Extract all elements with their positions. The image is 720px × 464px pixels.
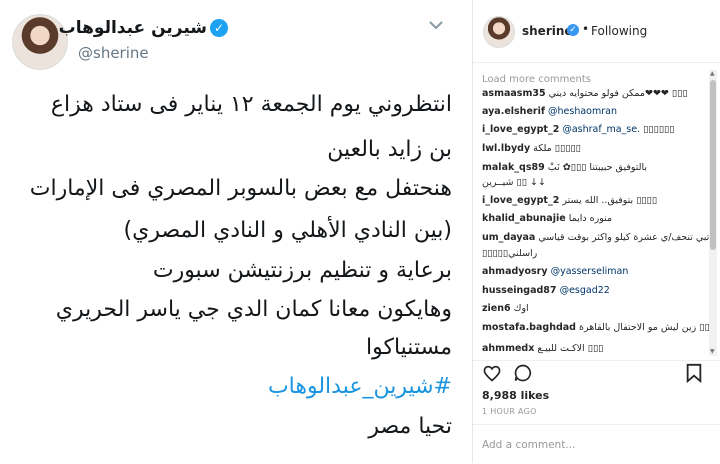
comment-row: zien6 اوك xyxy=(482,303,529,314)
verified-badge-icon: ✓ xyxy=(567,24,579,36)
comment-row: ahmadyosry @yasserseliman xyxy=(482,266,628,277)
load-more-comments-link[interactable]: Load more comments xyxy=(482,74,591,85)
comment-mention-link[interactable]: @yasserseliman xyxy=(551,266,629,277)
comment-text: اوك xyxy=(513,303,529,314)
comment-text: الاكـت للبيـع ▯▯▯ xyxy=(537,343,604,354)
comment-text: ▯▯▯▯▯▯ xyxy=(640,124,675,135)
instagram-avatar[interactable] xyxy=(483,16,515,48)
add-comment-input[interactable]: Add a comment... xyxy=(482,439,575,451)
heart-icon[interactable] xyxy=(482,363,502,388)
comment-username[interactable]: aya.elsherif xyxy=(482,106,545,117)
comment-mention-link[interactable]: @heshaomran xyxy=(548,106,617,117)
comment-text: بالتوفيق حبيبتنا ▯▯▯✿ نَبْ xyxy=(547,162,648,173)
comment-row: asmaasm35 ممكن فولو محتوايه ديني❤❤❤ ▯▯▯ xyxy=(482,88,688,99)
tweet-text-line: بن زايد بالعين xyxy=(327,137,452,162)
comment-username[interactable]: i_love_egypt_2 xyxy=(482,195,559,206)
comment-row: husseingad87 @esgad22 xyxy=(482,285,610,296)
comment-row: aya.elsherif @heshaomran xyxy=(482,106,617,117)
post-actions-bar xyxy=(473,360,720,391)
separator-dot: • xyxy=(582,22,590,36)
instagram-username[interactable]: sherine xyxy=(522,24,573,38)
comment-text: زين ليش مو الاحتفال بالقاهرة ▯▯▯ xyxy=(579,322,709,333)
comment-icon[interactable] xyxy=(513,363,533,388)
comment-mention-link[interactable]: @esgad22 xyxy=(560,285,610,296)
comment-row: mostafa.baghdad زين ليش مو الاحتفال بالق… xyxy=(482,322,709,333)
add-comment-bar: Add a comment... xyxy=(473,424,720,464)
comment-text: ▯▯▯▯▯راسلني xyxy=(482,248,538,259)
comment-username[interactable]: khalid_abunajie xyxy=(482,213,566,224)
comment-username[interactable]: malak_qs89 xyxy=(482,162,545,173)
tweet-text-line: مستنياكوا xyxy=(366,335,452,360)
tweet-panel: شيرين عبدالوهاب ✓ @sherine انتظروني يوم … xyxy=(0,0,472,463)
comment-text: تبي تنحف/ي عشرة كيلو واكثر بوقت قياسي xyxy=(538,232,709,243)
comment-text: ملكة ▯▯▯▯▯ xyxy=(533,143,581,154)
comment-row: khalid_abunajie منوره دايما xyxy=(482,213,612,224)
bookmark-icon[interactable] xyxy=(685,363,703,388)
comment-username[interactable]: ahmadyosry xyxy=(482,266,548,277)
comments-list: Load more comments asmaasm35 ممكن فولو م… xyxy=(473,70,709,356)
comment-row: شيــرين ▯▯ ↓↓ xyxy=(482,177,546,188)
comment-text: ممكن فولو محتوايه ديني❤❤❤ ▯▯▯ xyxy=(548,88,688,99)
tweet-text-line: انتظروني يوم الجمعة ١٢ يناير فى ستاد هزا… xyxy=(50,92,452,117)
comment-row: i_love_egypt_2 @ashraf_ma_se. ▯▯▯▯▯▯ xyxy=(482,124,675,135)
tweet-text-line: تحيا مصر xyxy=(368,414,452,439)
verified-badge-icon: ✓ xyxy=(210,19,228,37)
comment-username[interactable]: ahmmedx xyxy=(482,343,534,354)
likes-count[interactable]: 8,988 likes xyxy=(482,389,549,402)
comment-text: بتوفيق.. الله يستر ▯▯▯▯ xyxy=(562,195,658,206)
comment-row: ahmmedx الاكـت للبيـع ▯▯▯ xyxy=(482,343,603,354)
tweet-text-line: وهايكون معانا كمان الدي جي ياسر الحريري xyxy=(55,297,452,322)
instagram-panel: sherine ✓ • Following Load more comments… xyxy=(472,0,720,463)
comment-username[interactable]: um_dayaa xyxy=(482,232,535,243)
comment-username[interactable]: lwl.lbydy xyxy=(482,143,530,154)
post-timestamp: 1 HOUR AGO xyxy=(482,407,537,416)
tweet-author-name[interactable]: شيرين عبدالوهاب xyxy=(59,18,207,38)
scroll-up-icon[interactable]: ▲ xyxy=(710,70,715,77)
comment-row: lwl.lbydy ملكة ▯▯▯▯▯ xyxy=(482,143,581,154)
instagram-header: sherine ✓ • Following xyxy=(473,0,720,63)
tweet-text-line: برعاية و تنظيم برزنتيشن سبورت xyxy=(152,258,452,283)
comments-scrollbar[interactable]: ▲ ▼ xyxy=(709,70,717,356)
comment-username[interactable]: husseingad87 xyxy=(482,285,557,296)
scrollbar-thumb[interactable] xyxy=(710,80,716,250)
comment-row: i_love_egypt_2 بتوفيق.. الله يستر ▯▯▯▯ xyxy=(482,195,657,206)
comment-username[interactable]: zien6 xyxy=(482,303,511,314)
tweet-hashtag-link[interactable]: #شيرين_عبدالوهاب xyxy=(268,374,452,399)
comment-row: ▯▯▯▯▯راسلني xyxy=(482,248,537,259)
tweet-text-line: هنحتفل مع بعض بالسوبر المصري فى الإمارات xyxy=(29,176,452,201)
comment-text: شيــرين ▯▯ ↓↓ xyxy=(482,177,546,188)
comment-row: malak_qs89 بالتوفيق حبيبتنا ▯▯▯✿ نَبْ xyxy=(482,162,647,173)
tweet-author-handle[interactable]: @sherine xyxy=(78,44,149,62)
comment-username[interactable]: asmaasm35 xyxy=(482,88,546,99)
comment-row: um_dayaa تبي تنحف/ي عشرة كيلو واكثر بوقت… xyxy=(482,232,709,243)
scroll-down-icon[interactable]: ▼ xyxy=(710,348,715,355)
comment-mention-link[interactable]: @ashraf_ma_se. xyxy=(562,124,640,135)
comment-username[interactable]: mostafa.baghdad xyxy=(482,322,576,333)
chevron-down-icon[interactable] xyxy=(428,16,444,35)
comment-username[interactable]: i_love_egypt_2 xyxy=(482,124,559,135)
tweet-text-line: (بين النادي الأهلي و النادي المصري) xyxy=(123,218,452,243)
following-button[interactable]: Following xyxy=(591,24,647,38)
comment-text: منوره دايما xyxy=(568,213,613,224)
